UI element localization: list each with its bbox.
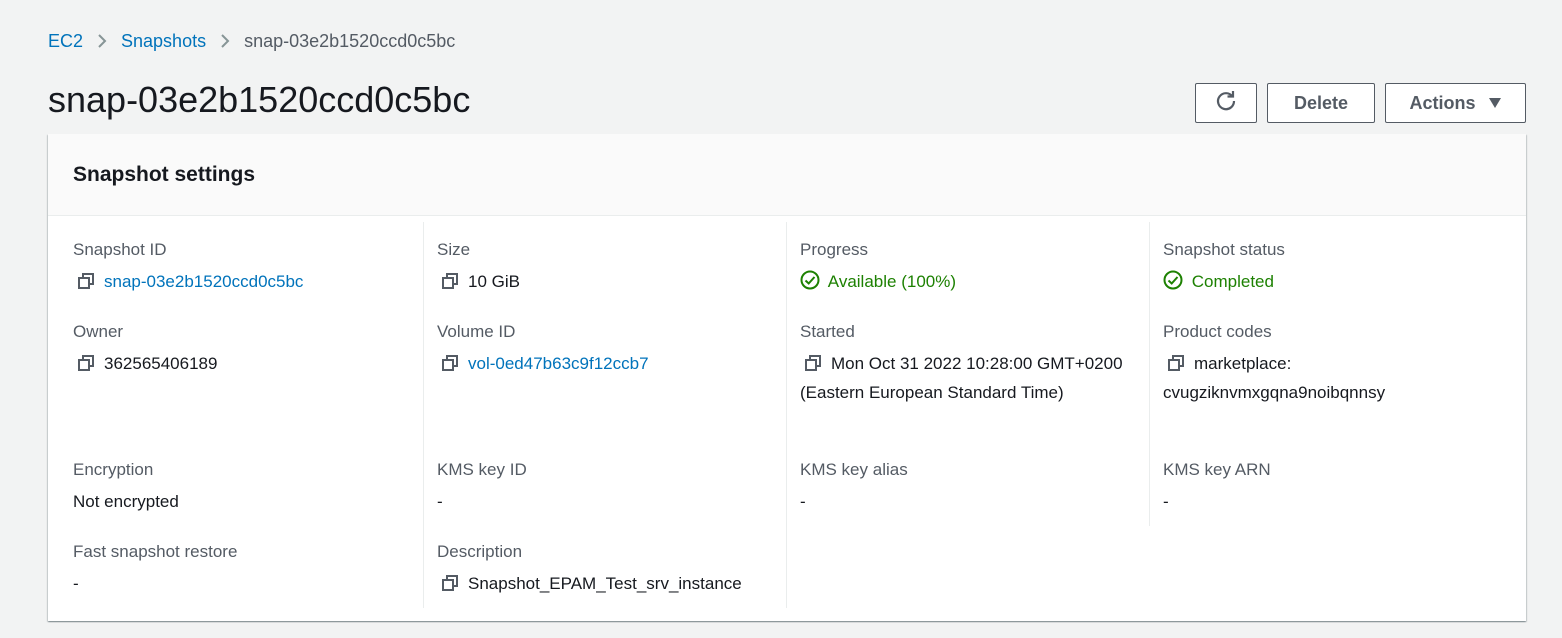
actions-dropdown-button[interactable]: Actions	[1385, 83, 1526, 123]
kms-key-id-value: -	[437, 492, 443, 511]
started-value: Mon Oct 31 2022 10:28:00 GMT+0200 (Easte…	[800, 350, 1137, 406]
size-text: 10 GiB	[468, 272, 520, 291]
snapshot-status-label: Snapshot status	[1163, 240, 1285, 259]
copy-icon[interactable]	[78, 352, 94, 379]
volume-id-link[interactable]: vol-0ed47b63c9f12ccb7	[468, 354, 649, 373]
product-codes-label: Product codes	[1163, 322, 1272, 341]
chevron-right-icon	[97, 33, 107, 49]
progress-text: Available (100%)	[827, 272, 957, 291]
breadcrumb: EC2 Snapshots snap-03e2b1520ccd0c5bc	[48, 29, 455, 53]
owner-value: 362565406189	[73, 350, 399, 379]
column-1: Snapshot ID snap-03e2b1520ccd0c5bc Owner…	[48, 222, 411, 612]
encryption-value: Not encrypted	[73, 492, 179, 511]
chevron-right-icon	[220, 33, 230, 49]
fast-restore-value: -	[73, 574, 79, 593]
size-value: 10 GiB	[437, 268, 774, 297]
owner-label: Owner	[73, 322, 124, 341]
copy-icon[interactable]	[805, 352, 821, 379]
description-value: Snapshot_EPAM_Test_srv_instance	[437, 570, 774, 599]
field-kms-key-id: KMS key ID -	[437, 459, 774, 515]
panel-header: Snapshot settings	[48, 134, 1526, 216]
page-title: snap-03e2b1520ccd0c5bc	[48, 79, 471, 120]
field-snapshot-id: Snapshot ID snap-03e2b1520ccd0c5bc	[73, 239, 399, 297]
check-circle-icon	[1163, 270, 1192, 291]
kms-key-id-label: KMS key ID	[437, 460, 527, 479]
delete-button[interactable]: Delete	[1267, 83, 1375, 123]
kms-key-alias-label: KMS key alias	[800, 460, 908, 479]
started-label: Started	[800, 322, 855, 341]
snapshot-id-link[interactable]: snap-03e2b1520ccd0c5bc	[104, 272, 303, 291]
field-volume-id: Volume ID vol-0ed47b63c9f12ccb7	[437, 321, 774, 379]
field-description: Description Snapshot_EPAM_Test_srv_insta…	[437, 541, 774, 599]
copy-icon[interactable]	[1168, 352, 1184, 379]
product-codes-value: marketplace: cvugziknvmxgqna9noibqnnsy	[1163, 350, 1500, 406]
kms-key-arn-label: KMS key ARN	[1163, 460, 1271, 479]
started-text: Mon Oct 31 2022 10:28:00 GMT+0200 (Easte…	[800, 354, 1123, 402]
kms-key-alias-value: -	[800, 492, 806, 511]
refresh-icon	[1215, 90, 1237, 117]
field-snapshot-status: Snapshot status Completed	[1163, 239, 1500, 295]
check-circle-icon	[800, 270, 828, 291]
header-actions: Delete Actions	[1195, 83, 1526, 123]
snapshot-status-value: Completed	[1163, 268, 1500, 295]
snapshot-id-label: Snapshot ID	[73, 240, 167, 259]
kms-key-arn-value: -	[1163, 492, 1169, 511]
snapshot-status-text: Completed	[1191, 272, 1274, 291]
volume-id-label: Volume ID	[437, 322, 516, 341]
copy-icon[interactable]	[442, 352, 458, 379]
snapshot-id-value: snap-03e2b1520ccd0c5bc	[73, 268, 399, 297]
product-codes-text: marketplace: cvugziknvmxgqna9noibqnnsy	[1163, 354, 1386, 402]
caret-down-icon	[1488, 93, 1502, 114]
owner-text: 362565406189	[104, 354, 218, 373]
column-4: Snapshot status Completed Product codes …	[1149, 222, 1512, 526]
progress-label: Progress	[800, 240, 869, 259]
field-kms-key-alias: KMS key alias -	[800, 459, 1137, 515]
breadcrumb-ec2-link[interactable]: EC2	[48, 29, 83, 53]
column-2: Size 10 GiB Volume ID vol-0ed47b63c9f12c…	[423, 222, 786, 608]
field-fast-snapshot-restore: Fast snapshot restore -	[73, 541, 399, 597]
breadcrumb-snapshots-link[interactable]: Snapshots	[121, 29, 206, 53]
panel-title: Snapshot settings	[73, 162, 256, 186]
progress-value: Available (100%)	[800, 268, 1137, 295]
field-started: Started Mon Oct 31 2022 10:28:00 GMT+020…	[800, 321, 1137, 406]
field-product-codes: Product codes marketplace: cvugziknvmxgq…	[1163, 321, 1500, 406]
snapshot-settings-panel: Snapshot settings Snapshot ID snap-03e2b…	[48, 134, 1526, 621]
field-encryption: Encryption Not encrypted	[73, 459, 399, 515]
fast-restore-label: Fast snapshot restore	[73, 542, 238, 561]
copy-icon[interactable]	[442, 270, 458, 297]
field-owner: Owner 362565406189	[73, 321, 399, 379]
breadcrumb-current: snap-03e2b1520ccd0c5bc	[244, 31, 456, 51]
description-label: Description	[437, 542, 523, 561]
field-size: Size 10 GiB	[437, 239, 774, 297]
copy-icon[interactable]	[442, 572, 458, 599]
size-label: Size	[437, 240, 471, 259]
description-text: Snapshot_EPAM_Test_srv_instance	[468, 574, 742, 593]
actions-label: Actions	[1409, 92, 1476, 113]
column-3: Progress Available (100%) Started Mon Oc…	[786, 222, 1149, 608]
refresh-button[interactable]	[1195, 83, 1257, 123]
copy-icon[interactable]	[78, 270, 94, 297]
encryption-label: Encryption	[73, 460, 154, 479]
volume-id-value: vol-0ed47b63c9f12ccb7	[437, 350, 774, 379]
field-kms-key-arn: KMS key ARN -	[1163, 459, 1500, 515]
field-progress: Progress Available (100%)	[800, 239, 1137, 295]
